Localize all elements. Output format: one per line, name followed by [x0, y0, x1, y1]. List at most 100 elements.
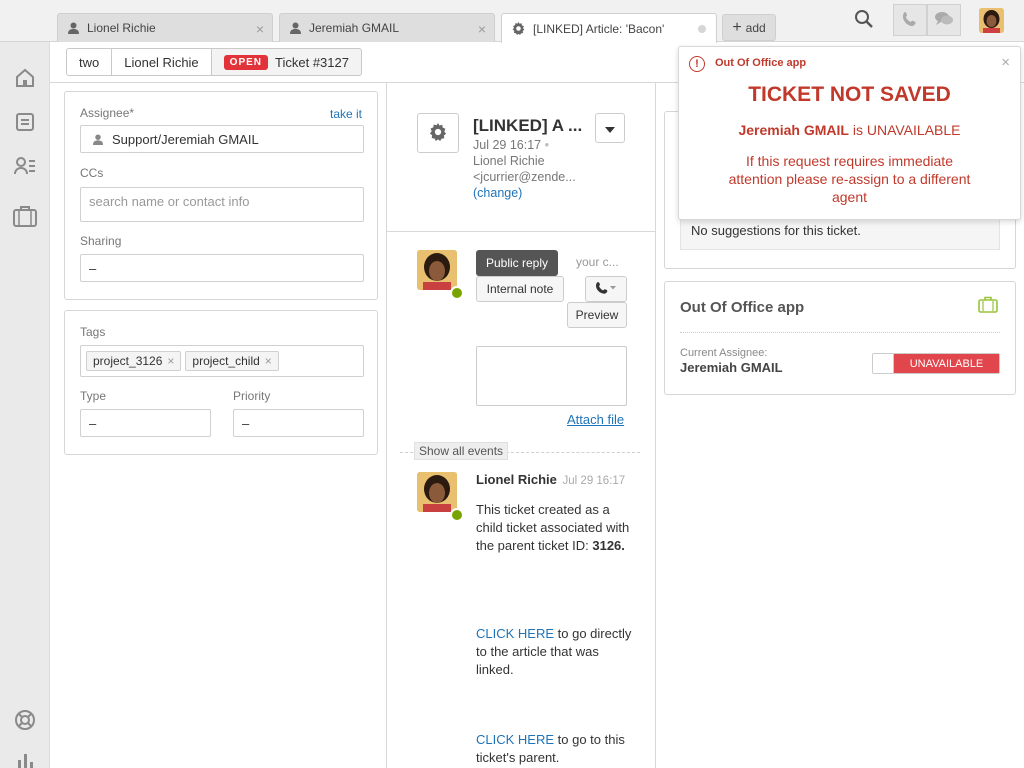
show-all-events-button[interactable]: Show all events [414, 442, 509, 460]
chevron-down-icon [605, 121, 615, 136]
comment-paragraph-parent: CLICK HERE to go to this ticket's parent… [476, 731, 632, 767]
remove-tag-icon[interactable]: × [167, 354, 174, 368]
assignee-field[interactable]: Support/Jeremiah GMAIL [80, 125, 364, 153]
tab-label: [LINKED] Article: 'Bacon' [533, 21, 665, 36]
tags-field[interactable]: project_3126 × project_child × [80, 345, 364, 377]
ticket-options-dropdown[interactable] [595, 113, 625, 143]
breadcrumb-requester[interactable]: Lionel Richie [111, 48, 212, 76]
sharing-label: Sharing [80, 234, 122, 248]
user-avatar[interactable] [979, 8, 1004, 33]
ticket-settings-button[interactable] [417, 113, 459, 153]
type-label: Type [80, 389, 107, 403]
chat-icon [934, 11, 954, 30]
user-icon [68, 22, 79, 34]
preview-button[interactable]: Preview [567, 302, 627, 328]
tag-label: project_child [192, 354, 260, 368]
status-badge: OPEN [223, 54, 269, 70]
unavailable-agent: Jeremiah GMAIL [738, 122, 849, 138]
toggle-knob [873, 354, 894, 373]
notification-app-name: Out Of Office app [715, 57, 807, 69]
call-options-button[interactable] [585, 276, 627, 302]
close-icon[interactable]: × [1001, 54, 1010, 71]
ticket-title: [LINKED] A ... [473, 116, 583, 135]
assignee-value: Support/Jeremiah GMAIL [112, 131, 259, 147]
admin-briefcase-icon[interactable] [13, 204, 37, 228]
tab-linked-article[interactable]: [LINKED] Article: 'Bacon' [501, 13, 717, 43]
priority-label: Priority [233, 389, 271, 403]
attach-file-link[interactable]: Attach file [567, 412, 624, 427]
tag: project_child × [185, 351, 279, 371]
availability-state: UNAVAILABLE [894, 354, 999, 373]
online-status-icon [450, 508, 464, 522]
ticket-not-saved-notification: ! Out Of Office app × TICKET NOT SAVED J… [678, 46, 1021, 220]
left-navigation [0, 42, 50, 768]
header-separator [387, 231, 655, 232]
unavailable-state: UNAVAILABLE [866, 122, 961, 138]
phone-icon [595, 281, 617, 298]
ccs-input[interactable]: search name or contact info [80, 187, 364, 222]
ticket-number: Ticket #3127 [275, 54, 349, 70]
briefcase-icon [978, 296, 998, 316]
remove-tag-icon[interactable]: × [265, 354, 272, 368]
breadcrumb: two Lionel Richie OPEN Ticket #3127 [66, 48, 362, 76]
suggestions-text: No suggestions for this ticket. [691, 223, 861, 238]
sharing-select[interactable]: – [80, 254, 364, 282]
tab-status-dot [698, 25, 706, 33]
current-assignee-label: Current Assignee: [680, 347, 768, 359]
home-icon[interactable] [13, 66, 37, 90]
tag-label: project_3126 [93, 354, 163, 368]
public-reply-button[interactable]: Public reply [476, 250, 558, 276]
views-icon[interactable] [13, 110, 37, 134]
app-divider [680, 332, 1000, 333]
article-link[interactable]: CLICK HERE [476, 626, 554, 641]
comment-paragraph-article: CLICK HERE to go directly to the article… [476, 625, 632, 679]
alert-icon: ! [689, 56, 705, 72]
customers-icon[interactable] [13, 154, 37, 178]
tab-label: Jeremiah GMAIL [309, 21, 400, 35]
close-icon[interactable]: × [478, 21, 486, 37]
chat-button[interactable] [927, 4, 961, 36]
tab-jeremiah-gmail[interactable]: Jeremiah GMAIL × [279, 13, 495, 42]
column-divider [386, 83, 387, 768]
parent-ticket-link[interactable]: CLICK HERE [476, 732, 554, 747]
comment-time: Jul 29 16:17 [562, 475, 626, 487]
priority-select[interactable]: – [233, 409, 364, 437]
comment-textarea[interactable] [476, 346, 627, 406]
notification-subtitle: Jeremiah GMAIL is UNAVAILABLE [679, 122, 1020, 138]
parent-ticket-id: 3126. [592, 538, 625, 553]
tab-label: Lionel Richie [87, 21, 156, 35]
breadcrumb-organization[interactable]: two [66, 48, 113, 76]
gear-icon [429, 122, 447, 144]
help-lifebuoy-icon[interactable] [13, 708, 37, 732]
add-tab-button[interactable]: + add [722, 14, 776, 41]
author-avatar [417, 472, 457, 512]
ticket-requester: Lionel Richie [473, 154, 545, 168]
take-it-link[interactable]: take it [330, 107, 362, 121]
reporting-icon[interactable] [13, 748, 37, 768]
ccs-label: CCs [80, 166, 104, 180]
notification-connector: is [848, 122, 867, 138]
add-tab-label: add [745, 20, 766, 35]
availability-toggle[interactable]: UNAVAILABLE [872, 353, 1000, 374]
close-icon[interactable]: × [256, 21, 264, 37]
phone-icon [902, 11, 918, 30]
online-status-icon [450, 286, 464, 300]
type-select[interactable]: – [80, 409, 211, 437]
notification-body: If this request requires immediate atten… [728, 153, 971, 205]
ticket-date-text: Jul 29 16:17 [473, 138, 542, 152]
comment-body: This ticket created as a child ticket as… [476, 501, 632, 555]
tags-label: Tags [80, 325, 106, 339]
voice-button[interactable] [893, 4, 927, 36]
comment-header: Lionel Richie Jul 29 16:17 [476, 472, 625, 487]
search-icon[interactable] [854, 9, 878, 33]
change-requester-link[interactable]: (change) [473, 186, 522, 200]
breadcrumb-ticket[interactable]: OPEN Ticket #3127 [210, 48, 362, 76]
tab-lionel-richie[interactable]: Lionel Richie × [57, 13, 273, 42]
user-icon [93, 134, 103, 145]
comment-placeholder[interactable]: your c... [576, 255, 619, 269]
top-bar: Lionel Richie × Jeremiah GMAIL × [LINKED… [0, 0, 1024, 43]
internal-note-button[interactable]: Internal note [476, 276, 564, 302]
assignee-label: Assignee* [80, 106, 135, 120]
ticket-email: <jcurrier@zende... [473, 170, 576, 184]
column-divider [655, 83, 656, 768]
